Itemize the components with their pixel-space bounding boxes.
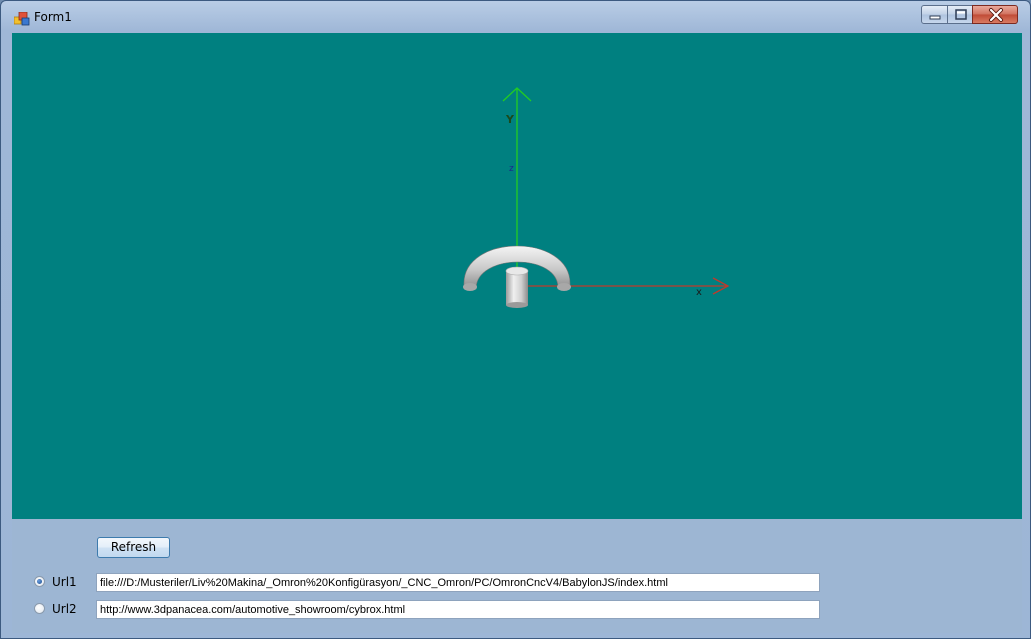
url1-radio[interactable] xyxy=(34,576,45,587)
url1-field[interactable] xyxy=(96,573,820,592)
minimize-button[interactable] xyxy=(921,5,948,24)
windows-form-icon xyxy=(13,11,30,26)
form1-window: Form1 Y z x Refresh Url1 file:///D:/Must… xyxy=(0,0,1031,639)
maximize-button[interactable] xyxy=(947,5,973,24)
maximize-icon xyxy=(955,9,967,20)
url2-field[interactable] xyxy=(96,600,820,619)
minimize-icon xyxy=(929,15,941,20)
babylon-render-canvas[interactable]: Y z x xyxy=(12,33,1022,519)
close-icon xyxy=(989,8,1003,22)
title-bar[interactable]: Form1 xyxy=(1,1,1030,33)
url1-label[interactable]: Url1 xyxy=(52,575,77,589)
url2-radio[interactable] xyxy=(34,603,45,614)
torus-and-cylinder-mesh[interactable] xyxy=(463,245,571,308)
y-axis-label: Y xyxy=(505,113,515,126)
bottom-control-panel: Refresh Url1 Url2 xyxy=(12,519,1022,633)
x-axis-label: x xyxy=(696,287,702,298)
z-axis-label: z xyxy=(509,164,514,174)
refresh-button[interactable]: Refresh xyxy=(97,537,170,558)
close-button[interactable] xyxy=(972,5,1018,24)
window-title: Form1 xyxy=(34,10,72,24)
url2-label[interactable]: Url2 xyxy=(52,602,77,616)
